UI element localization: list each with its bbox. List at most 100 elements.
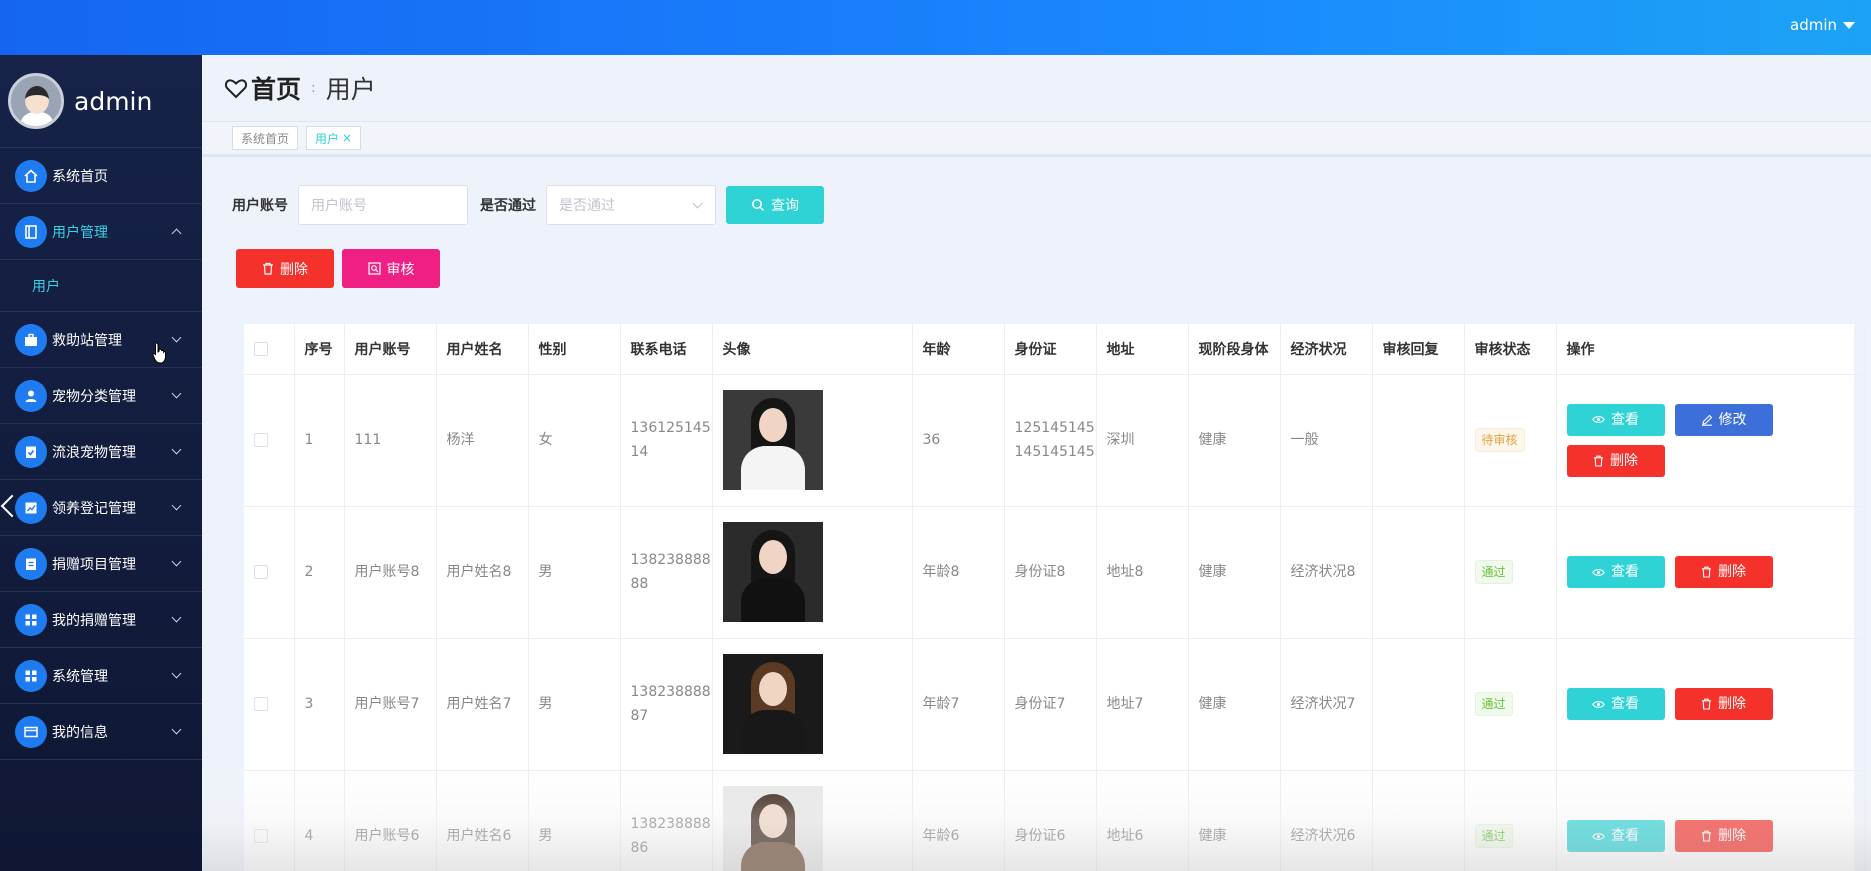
tag-users[interactable]: 用户 ×: [306, 126, 362, 150]
cell-photo: [712, 506, 913, 639]
delete-button[interactable]: 删除: [1674, 820, 1773, 852]
row-checkbox[interactable]: [254, 829, 268, 843]
breadcrumb: 首页 : 用户: [202, 55, 1871, 121]
cell-health: 健康: [1188, 638, 1281, 771]
sidebar-item-label: 用户管理: [52, 224, 108, 241]
sidebar-item-home[interactable]: 系统首页: [0, 148, 202, 204]
main-content: 首页 : 用户 系统首页 用户 × 用户账号 用户账号 是否通过 是否通过 查询…: [202, 55, 1871, 871]
column-header: 身份证: [1004, 324, 1097, 375]
cell-gender: 男: [528, 506, 621, 639]
status-badge: 通过: [1474, 560, 1513, 584]
delete-button[interactable]: 删除: [1566, 444, 1665, 477]
user-table: 序号 用户账号 用户姓名 性别 联系电话 头像 年龄 身份证 地址 现阶段身体 …: [244, 324, 1865, 871]
user-icon: [15, 379, 47, 412]
account-input[interactable]: 用户账号: [298, 185, 468, 225]
view-button[interactable]: 查看: [1566, 556, 1665, 588]
eye-icon: [1592, 700, 1605, 708]
sidebar-item-pet-category[interactable]: 宠物分类管理: [0, 368, 202, 424]
search-icon: [752, 199, 765, 212]
table-row: 3 用户账号7 用户姓名7 男 13823888887 年龄7 身份证7 地址7…: [244, 638, 1865, 771]
trash-icon: [263, 262, 273, 275]
column-header: 经济状况: [1280, 324, 1373, 375]
breadcrumb-home[interactable]: 首页: [251, 70, 301, 106]
home-icon: [15, 159, 47, 192]
card-icon: [15, 715, 47, 748]
edit-icon: [1701, 414, 1712, 426]
sidebar-item-user-management[interactable]: 用户管理: [0, 204, 202, 260]
heart-icon: [224, 79, 248, 99]
sidebar-subitem-users[interactable]: 用户: [0, 260, 202, 312]
pass-label: 是否通过: [480, 198, 536, 214]
batch-delete-button[interactable]: 删除: [236, 249, 334, 288]
trash-icon: [1594, 455, 1603, 467]
sidebar-item-label: 系统管理: [52, 668, 108, 685]
cell-phone: 13612514514: [620, 374, 713, 507]
column-header: 用户姓名: [436, 324, 529, 375]
column-header: 审核回复: [1372, 324, 1465, 375]
review-button[interactable]: 审核: [342, 249, 440, 288]
pass-select[interactable]: 是否通过: [546, 185, 716, 225]
view-button[interactable]: 查看: [1566, 820, 1665, 852]
top-bar: admin: [0, 0, 1871, 55]
tags-bar: 系统首页 用户 ×: [202, 121, 1871, 157]
row-checkbox[interactable]: [254, 697, 268, 711]
sidebar-item-my-info[interactable]: 我的信息: [0, 704, 202, 760]
delete-button[interactable]: 删除: [1674, 688, 1773, 720]
sidebar-item-donation-project[interactable]: 捐赠项目管理: [0, 536, 202, 592]
eye-icon: [1592, 832, 1605, 840]
cell-index: 1: [294, 374, 345, 507]
briefcase-icon: [15, 323, 47, 356]
sidebar-item-my-donation[interactable]: 我的捐赠管理: [0, 592, 202, 648]
clipboard-icon: [15, 547, 47, 580]
sidebar-collapse-icon[interactable]: [0, 492, 16, 520]
user-photo[interactable]: [722, 522, 823, 622]
sidebar-item-label: 系统首页: [52, 168, 108, 185]
search-form: 用户账号 用户账号 是否通过 是否通过 查询: [232, 185, 824, 225]
cell-name: 用户姓名8: [436, 506, 529, 639]
user-menu[interactable]: admin: [1790, 16, 1855, 34]
row-checkbox[interactable]: [254, 565, 268, 579]
cell-reply: [1372, 506, 1465, 639]
user-photo[interactable]: [722, 654, 823, 754]
delete-button[interactable]: 删除: [1674, 556, 1773, 588]
sidebar: admin 系统首页 用户管理 用户 救助站管理 宠物分类管理 流浪宠物管理 领…: [0, 55, 202, 871]
cell-address: 地址6: [1096, 770, 1189, 871]
eye-icon: [1592, 568, 1605, 576]
user-photo[interactable]: [722, 786, 823, 871]
cell-reply: [1372, 770, 1465, 871]
cell-ops: 查看 删除: [1556, 638, 1865, 771]
cell-id-card: 125145145145145145: [1004, 374, 1097, 507]
account-label: 用户账号: [232, 198, 288, 214]
cell-account: 111: [344, 374, 437, 507]
sidebar-item-stray-pet[interactable]: 流浪宠物管理: [0, 424, 202, 480]
column-header: 性别: [528, 324, 621, 375]
user-photo[interactable]: [722, 390, 823, 490]
sidebar-item-label: 流浪宠物管理: [52, 444, 136, 461]
sidebar-item-label: 救助站管理: [52, 332, 122, 349]
book-icon: [15, 215, 47, 248]
caret-down-icon: [1843, 21, 1855, 29]
tag-home[interactable]: 系统首页: [232, 126, 299, 150]
sidebar-item-adoption[interactable]: 领养登记管理: [0, 480, 202, 536]
chevron-down-icon: [171, 556, 182, 567]
chevron-down-icon: [171, 332, 182, 343]
view-button[interactable]: 查看: [1566, 688, 1665, 720]
chevron-down-icon: [692, 198, 703, 209]
tag-label: 用户: [315, 131, 340, 146]
table-row: 2 用户账号8 用户姓名8 男 13823888888 年龄8 身份证8 地址8…: [244, 506, 1865, 639]
select-all-checkbox[interactable]: [254, 341, 268, 356]
cell-phone: 13823888888: [620, 506, 713, 639]
query-button[interactable]: 查询: [726, 186, 824, 224]
cell-account: 用户账号8: [344, 506, 437, 639]
cell-phone: 13823888886: [620, 770, 713, 871]
sidebar-item-system[interactable]: 系统管理: [0, 648, 202, 704]
edit-button[interactable]: 修改: [1674, 403, 1773, 436]
cell-index: 4: [294, 770, 345, 871]
sidebar-item-rescue-station[interactable]: 救助站管理: [0, 312, 202, 368]
view-button[interactable]: 查看: [1566, 403, 1665, 436]
status-badge: 通过: [1474, 692, 1513, 716]
row-checkbox[interactable]: [254, 433, 268, 447]
close-icon[interactable]: ×: [342, 131, 352, 145]
trash-icon: [1702, 698, 1711, 710]
cell-economy: 经济状况6: [1280, 770, 1373, 871]
